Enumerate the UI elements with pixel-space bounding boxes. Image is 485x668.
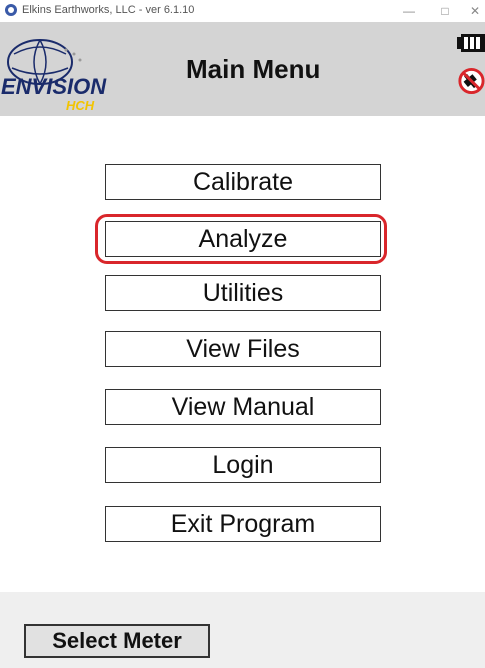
page-title: Main Menu [186,54,321,84]
window-titlebar: Elkins Earthworks, LLC - ver 6.1.10 — □ … [0,0,485,22]
svg-text:HCH: HCH [66,98,95,113]
utilities-button[interactable]: Utilities [105,275,381,311]
footer-bar: Select Meter [0,592,485,668]
header-bar: ENVISION HCH Main Menu [0,22,485,116]
select-meter-button[interactable]: Select Meter [24,624,210,658]
battery-icon [457,34,485,52]
view-files-button[interactable]: View Files [105,331,381,367]
calibrate-button[interactable]: Calibrate [105,164,381,200]
view-manual-button[interactable]: View Manual [105,389,381,425]
close-button[interactable]: ✕ [460,1,485,21]
envision-logo: ENVISION HCH [1,39,107,113]
window-title: Elkins Earthworks, LLC - ver 6.1.10 [22,4,195,16]
svg-text:ENVISION: ENVISION [1,74,107,99]
app-icon [5,4,17,16]
no-signal-icon [458,67,485,95]
maximize-button[interactable]: □ [430,1,460,21]
login-button[interactable]: Login [105,447,381,483]
minimize-button[interactable]: — [394,1,424,21]
analyze-highlight-annotation [95,214,387,264]
exit-program-button[interactable]: Exit Program [105,506,381,542]
